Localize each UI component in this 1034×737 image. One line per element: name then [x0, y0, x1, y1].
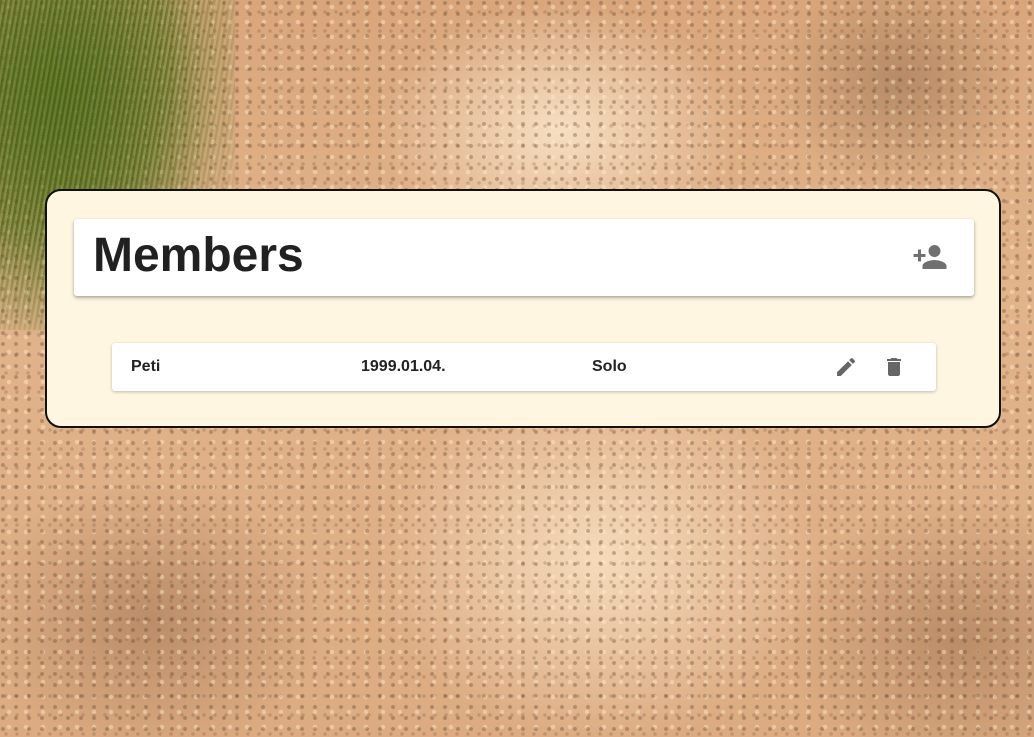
members-panel: Members Peti 1999.01.04. Solo: [45, 189, 1001, 428]
member-name: Peti: [131, 358, 161, 375]
page-title: Members: [93, 229, 304, 282]
members-header-card: Members: [74, 219, 974, 296]
member-row: Peti 1999.01.04. Solo: [112, 343, 936, 391]
pencil-icon: [837, 357, 856, 376]
edit-member-button[interactable]: [834, 355, 858, 379]
delete-member-button[interactable]: [882, 355, 906, 379]
trash-icon: [887, 358, 901, 376]
member-type: Solo: [592, 358, 627, 375]
member-date: 1999.01.04.: [361, 358, 446, 375]
add-member-button[interactable]: [910, 237, 950, 277]
person-add-icon: [913, 245, 947, 269]
